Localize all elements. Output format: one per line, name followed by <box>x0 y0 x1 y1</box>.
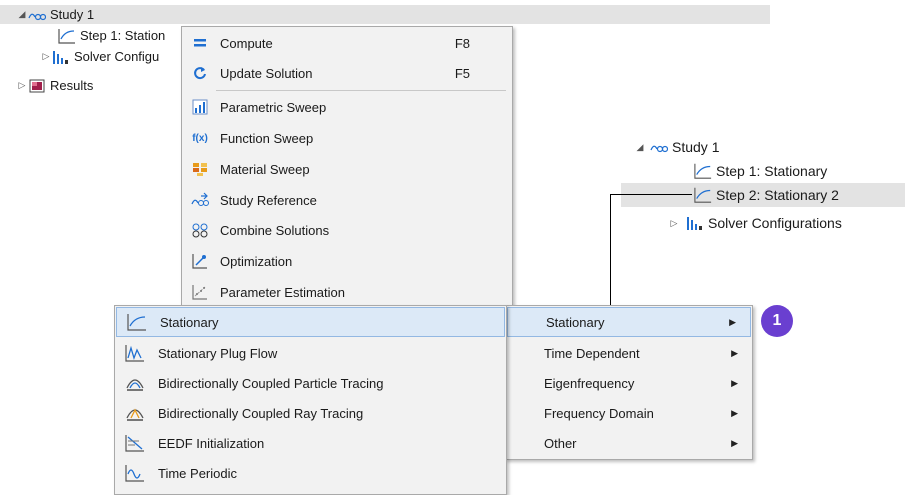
tree-label-study: Study 1 <box>50 7 95 22</box>
tree-label-step-1: Step 1: Station <box>80 28 166 43</box>
study-context-menu: Compute F8 Update Solution F5 Parametric… <box>181 26 513 313</box>
time-periodic-icon <box>125 464 145 485</box>
callout-connector-line <box>610 194 692 195</box>
submenu-arrow-icon: ▶ <box>731 407 738 418</box>
plug-flow-icon <box>125 344 145 365</box>
submenu-item-coupled-particle-tracing[interactable]: Bidirectionally Coupled Particle Tracing <box>115 368 506 398</box>
submenu-item-stationary-study[interactable]: Stationary <box>116 307 505 337</box>
ray-tracing-icon <box>125 404 145 425</box>
optimization-icon <box>190 251 210 271</box>
collapse-arrow-icon[interactable]: ◢ <box>634 142 646 153</box>
menu-item-parameter-estimation[interactable]: Parameter Estimation <box>182 277 512 307</box>
menu-item-update-solution[interactable]: Update Solution F5 <box>182 58 512 88</box>
submenu-item-eigenfrequency[interactable]: Eigenfrequency ▶ <box>506 368 752 398</box>
stationary-step-icon <box>58 28 76 44</box>
eedf-icon <box>125 434 145 455</box>
parametric-sweep-icon <box>190 97 210 117</box>
expand-arrow-icon[interactable]: ▷ <box>16 80 28 91</box>
function-sweep-icon: f(x) <box>192 132 208 144</box>
menu-item-study-reference[interactable]: Study Reference <box>182 185 512 215</box>
tree-item-results[interactable]: ▷ Results <box>16 76 94 95</box>
particle-tracing-icon <box>125 374 145 395</box>
tree-item-study-1[interactable]: ◢ Study 1 <box>16 5 95 24</box>
submenu-item-other[interactable]: Other ▶ <box>506 428 752 458</box>
menu-item-function-sweep[interactable]: f(x) Function Sweep <box>182 123 512 153</box>
callout-connector-line <box>610 194 611 312</box>
study-icon <box>28 7 46 23</box>
stationary-step-icon <box>694 163 712 179</box>
tree-item-study-1-right[interactable]: ◢ Study 1 <box>634 135 720 159</box>
submenu-item-coupled-ray-tracing[interactable]: Bidirectionally Coupled Ray Tracing <box>115 398 506 428</box>
stationary-step-icon <box>694 187 712 203</box>
submenu-arrow-icon: ▶ <box>731 437 738 448</box>
submenu-item-time-dependent[interactable]: Time Dependent ▶ <box>506 338 752 368</box>
tree-label-step-1: Step 1: Stationary <box>716 163 828 179</box>
solver-configurations-icon <box>52 49 70 65</box>
callout-number: 1 <box>772 312 782 329</box>
submenu-arrow-icon: ▶ <box>729 316 736 327</box>
submenu-item-eedf-initialization[interactable]: EEDF Initialization <box>115 428 506 458</box>
submenu-item-stationary-plug-flow[interactable]: Stationary Plug Flow <box>115 338 506 368</box>
refresh-icon <box>190 63 210 83</box>
tree-item-step-1-right[interactable]: Step 1: Stationary <box>694 159 827 183</box>
tree-label-solver: Solver Configu <box>74 49 160 64</box>
tree-item-step-1[interactable]: Step 1: Station <box>58 26 165 45</box>
tree-label-results: Results <box>50 78 94 93</box>
menu-item-compute[interactable]: Compute F8 <box>182 28 512 58</box>
tree-item-solver-configurations[interactable]: ▷ Solver Configu <box>40 47 160 66</box>
results-icon <box>28 78 46 94</box>
tree-label-study: Study 1 <box>672 139 720 155</box>
submenu-arrow-icon: ▶ <box>731 347 738 358</box>
tree-selected-row-background <box>0 5 770 24</box>
material-sweep-icon <box>190 159 210 179</box>
study-types-submenu: Stationary ▶ Time Dependent ▶ Eigenfrequ… <box>505 305 753 460</box>
menu-item-material-sweep[interactable]: Material Sweep <box>182 154 512 184</box>
solver-configurations-icon <box>686 215 704 231</box>
expand-arrow-icon[interactable]: ▷ <box>40 51 52 62</box>
tree-item-solver-configurations-right[interactable]: ▷ Solver Configurations <box>668 211 842 235</box>
submenu-item-frequency-domain[interactable]: Frequency Domain ▶ <box>506 398 752 428</box>
stationary-submenu: Stationary Stationary Plug Flow Bidirect… <box>114 305 507 495</box>
study-icon <box>650 139 668 155</box>
tree-item-step-2-right[interactable]: Step 2: Stationary 2 <box>694 183 839 207</box>
menu-item-combine-solutions[interactable]: Combine Solutions <box>182 215 512 245</box>
submenu-item-time-periodic[interactable]: Time Periodic <box>115 458 506 488</box>
submenu-arrow-icon: ▶ <box>731 377 738 388</box>
expand-arrow-icon[interactable]: ▷ <box>668 218 680 229</box>
submenu-item-stationary[interactable]: Stationary ▶ <box>507 307 751 337</box>
callout-number-badge: 1 <box>761 305 793 337</box>
combine-solutions-icon <box>190 220 210 240</box>
tree-label-solver: Solver Configurations <box>708 215 842 231</box>
stationary-study-icon <box>127 313 147 334</box>
study-reference-icon <box>190 190 210 210</box>
menu-item-parametric-sweep[interactable]: Parametric Sweep <box>182 92 512 122</box>
compute-icon <box>190 33 210 53</box>
menu-item-optimization[interactable]: Optimization <box>182 246 512 276</box>
parameter-estimation-icon <box>190 282 210 302</box>
collapse-arrow-icon[interactable]: ◢ <box>16 9 28 20</box>
tree-label-step-2: Step 2: Stationary 2 <box>716 187 839 203</box>
menu-separator <box>216 90 506 91</box>
